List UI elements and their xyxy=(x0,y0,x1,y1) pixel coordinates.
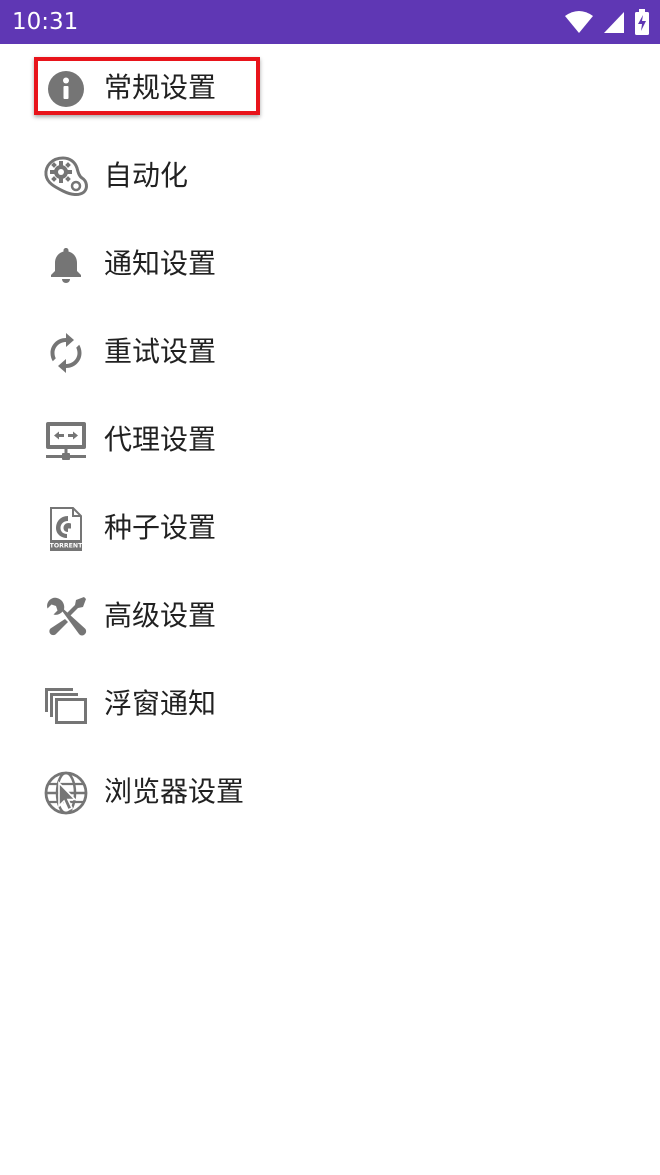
menu-item-floating-notification[interactable]: 浮窗通知 xyxy=(0,660,660,748)
menu-item-label: 浏览器设置 xyxy=(104,775,245,808)
settings-menu: 常规设置 自动化 通知设置 重试设置 代理设置 TORRENT 种子设置 高级设… xyxy=(0,44,660,836)
menu-item-proxy-settings[interactable]: 代理设置 xyxy=(0,396,660,484)
menu-item-label: 常规设置 xyxy=(104,71,217,104)
menu-item-automation[interactable]: 自动化 xyxy=(0,132,660,220)
status-icons xyxy=(564,8,650,36)
menu-item-general-settings[interactable]: 常规设置 xyxy=(0,44,660,132)
battery-charging-icon xyxy=(634,9,650,35)
menu-item-browser-settings[interactable]: 浏览器设置 xyxy=(0,748,660,836)
torrent-icon-text: TORRENT xyxy=(50,543,83,550)
floating-window-icon xyxy=(43,682,89,728)
menu-item-label: 通知设置 xyxy=(104,247,217,280)
menu-item-label: 重试设置 xyxy=(104,335,217,368)
menu-item-label: 浮窗通知 xyxy=(104,687,217,720)
wifi-icon xyxy=(564,10,594,34)
menu-item-label: 种子设置 xyxy=(104,511,217,544)
globe-cursor-icon xyxy=(43,770,89,816)
menu-item-torrent-settings[interactable]: TORRENT 种子设置 xyxy=(0,484,660,572)
retry-sync-icon xyxy=(43,330,89,376)
menu-item-label: 高级设置 xyxy=(104,599,217,632)
menu-item-advanced-settings[interactable]: 高级设置 xyxy=(0,572,660,660)
status-time: 10:31 xyxy=(12,9,79,35)
wrench-screwdriver-icon xyxy=(43,594,89,640)
torrent-file-icon: TORRENT xyxy=(43,506,89,552)
status-bar: 10:31 xyxy=(0,0,660,44)
cellular-signal-icon xyxy=(602,10,626,34)
automation-gear-icon xyxy=(43,154,89,200)
menu-item-retry-settings[interactable]: 重试设置 xyxy=(0,308,660,396)
proxy-network-icon xyxy=(43,418,89,464)
menu-item-label: 自动化 xyxy=(104,159,189,192)
menu-item-label: 代理设置 xyxy=(104,423,217,456)
bell-icon xyxy=(43,242,89,288)
menu-item-notification-settings[interactable]: 通知设置 xyxy=(0,220,660,308)
info-icon xyxy=(43,66,89,112)
